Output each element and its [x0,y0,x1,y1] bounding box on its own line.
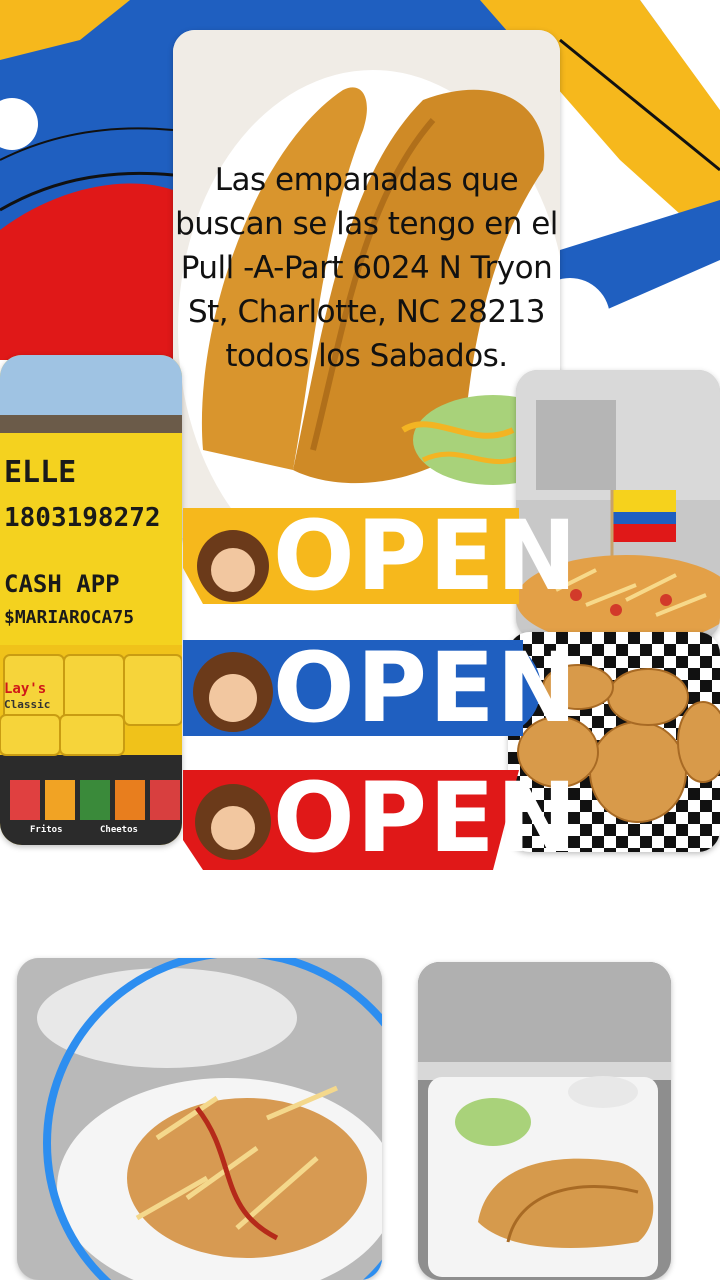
sign-photo [0,355,182,845]
empanada-photo-card: Las empanadas que buscan se las tengo en… [173,30,560,542]
empanada-location-caption: Las empanadas que buscan se las tengo en… [175,162,558,374]
plate-photo-card [17,958,382,1280]
open-label-red: OPEN [273,762,579,874]
sign-phone-text: 1803198272 [4,503,161,533]
sign-cashtag-text: $MARIAROCA75 [4,607,135,628]
chip-brand-fritos: Fritos [30,825,63,835]
open-banner-blue: OPEN [183,632,579,744]
tray-photo [418,962,671,1280]
sign-name-text: ELLE [4,455,77,490]
plate-photo [17,958,382,1280]
open-label-yellow: OPEN [273,500,579,612]
open-banner-yellow: OPEN [183,500,579,612]
chip-brand-classic: Classic [4,698,51,711]
chip-brand-lays: Lay's [4,681,47,697]
chip-brand-cheetos: Cheetos [100,825,138,835]
sign-cash-app-text: CASH APP [4,570,120,598]
open-banner-red: OPEN [183,762,579,874]
tray-photo-card [418,962,671,1280]
cash-app-sign-card: ELLE 1803198272 CASH APP $MARIAROCA75 La… [0,355,182,845]
open-label-blue: OPEN [273,632,579,744]
